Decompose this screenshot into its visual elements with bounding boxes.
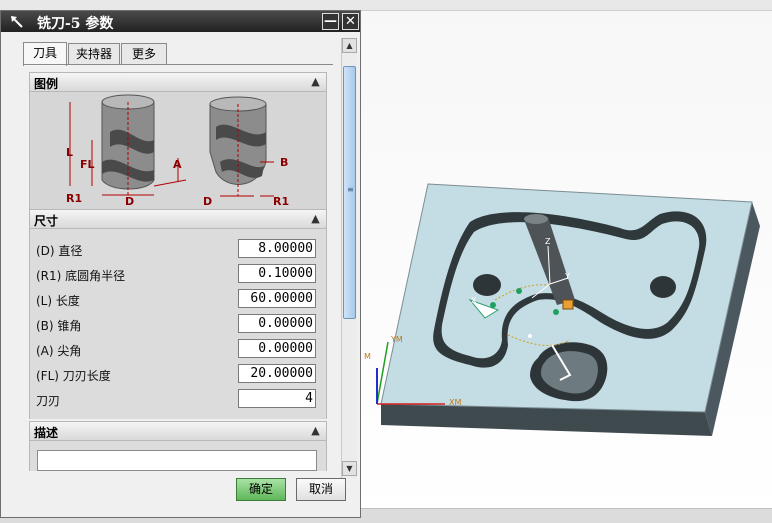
hole-right [650,276,676,298]
length-input[interactable]: 60.00000 [238,289,316,308]
param-label-flutes: 刀刃 [36,394,61,408]
diagram-label-R1-left: R1 [66,192,83,205]
illustration-panel: L FL R1 D A B D R1 [29,92,327,209]
param-label-length: (L) 长度 [36,294,80,308]
scroll-down-button[interactable]: ▼ [342,461,357,476]
tool-icon [9,14,25,29]
tool-y-label: Y [565,272,570,281]
close-icon: ✕ [345,14,356,29]
illustration-section-title: 图例 [34,77,59,91]
description-section-header[interactable]: 描述 ▲ [29,421,327,441]
collapse-up-icon[interactable]: ▲ [307,74,324,90]
description-textbox[interactable] [37,450,317,471]
param-label-diameter: (D) 直径 [36,244,83,258]
tab-holder[interactable]: 夹持器 [68,43,120,65]
scroll-thumb[interactable]: ≡ [343,66,356,319]
collapse-up-icon[interactable]: ▲ [307,423,324,439]
corner-radius-input[interactable]: 0.10000 [238,264,316,283]
flutes-input[interactable]: 4 [238,389,316,408]
tab-more[interactable]: 更多 [121,43,167,65]
tab-holder-label: 夹持器 [75,47,112,61]
tab-tool-label: 刀具 [32,46,57,60]
axis-m-label: M [364,352,371,361]
scroll-up-button[interactable]: ▲ [342,38,357,53]
collapse-up-icon[interactable]: ▲ [307,211,324,227]
diagram-label-B: B [280,156,289,169]
tab-tool[interactable]: 刀具 [23,42,67,66]
tool-tip-marker [562,299,574,310]
diagram-label-L: L [66,146,74,159]
diagram-label-FL: FL [80,158,95,171]
close-button[interactable]: ✕ [342,13,359,30]
param-label-taper-angle: (B) 锥角 [36,319,82,333]
dimensions-section-header[interactable]: 尺寸 ▲ [29,209,327,229]
description-section-title: 描述 [34,426,59,440]
illustration-section-header[interactable]: 图例 ▲ [29,72,327,92]
tab-more-label: 更多 [131,47,156,61]
diagram-label-A: A [173,158,182,171]
dimensions-section-title: 尺寸 [34,214,59,228]
param-label-flute-length: (FL) 刀刃长度 [36,369,111,383]
mill-tool-parameters-dialog: 铣刀-5 参数 — ✕ 刀具 夹持器 更多 图例 ▲ L FL R1 D A B… [0,10,361,518]
diameter-input[interactable]: 8.00000 [238,239,316,258]
cancel-button[interactable]: 取消 [296,478,346,501]
param-label-tip-angle: (A) 尖角 [36,344,82,358]
hole-left [473,274,501,296]
diagram-label-R1-right: R1 [273,195,290,208]
tool-x-label: X [471,296,477,305]
axis-ym-label: YM [391,335,403,344]
axis-xm-label: XM [449,398,462,407]
dialog-titlebar[interactable]: 铣刀-5 参数 — ✕ [1,11,360,32]
taper-angle-input[interactable]: 0.00000 [238,314,316,333]
minimize-button[interactable]: — [322,13,339,30]
grip-icon: ≡ [347,185,354,194]
tab-divider [23,64,333,65]
diagram-label-D-left: D [125,195,135,208]
minimize-icon: — [324,14,337,29]
tool-z-label: Z [545,237,551,246]
dialog-scrollbar[interactable]: ▲ ≡ ▼ [341,38,357,478]
flute-length-input[interactable]: 20.00000 [238,364,316,383]
ok-button[interactable]: 确定 [236,478,286,501]
tip-angle-input[interactable]: 0.00000 [238,339,316,358]
diagram-label-D-right: D [203,195,213,208]
param-label-corner-radius: (R1) 底圆角半径 [36,269,126,283]
dialog-title: 铣刀-5 参数 [37,16,114,32]
